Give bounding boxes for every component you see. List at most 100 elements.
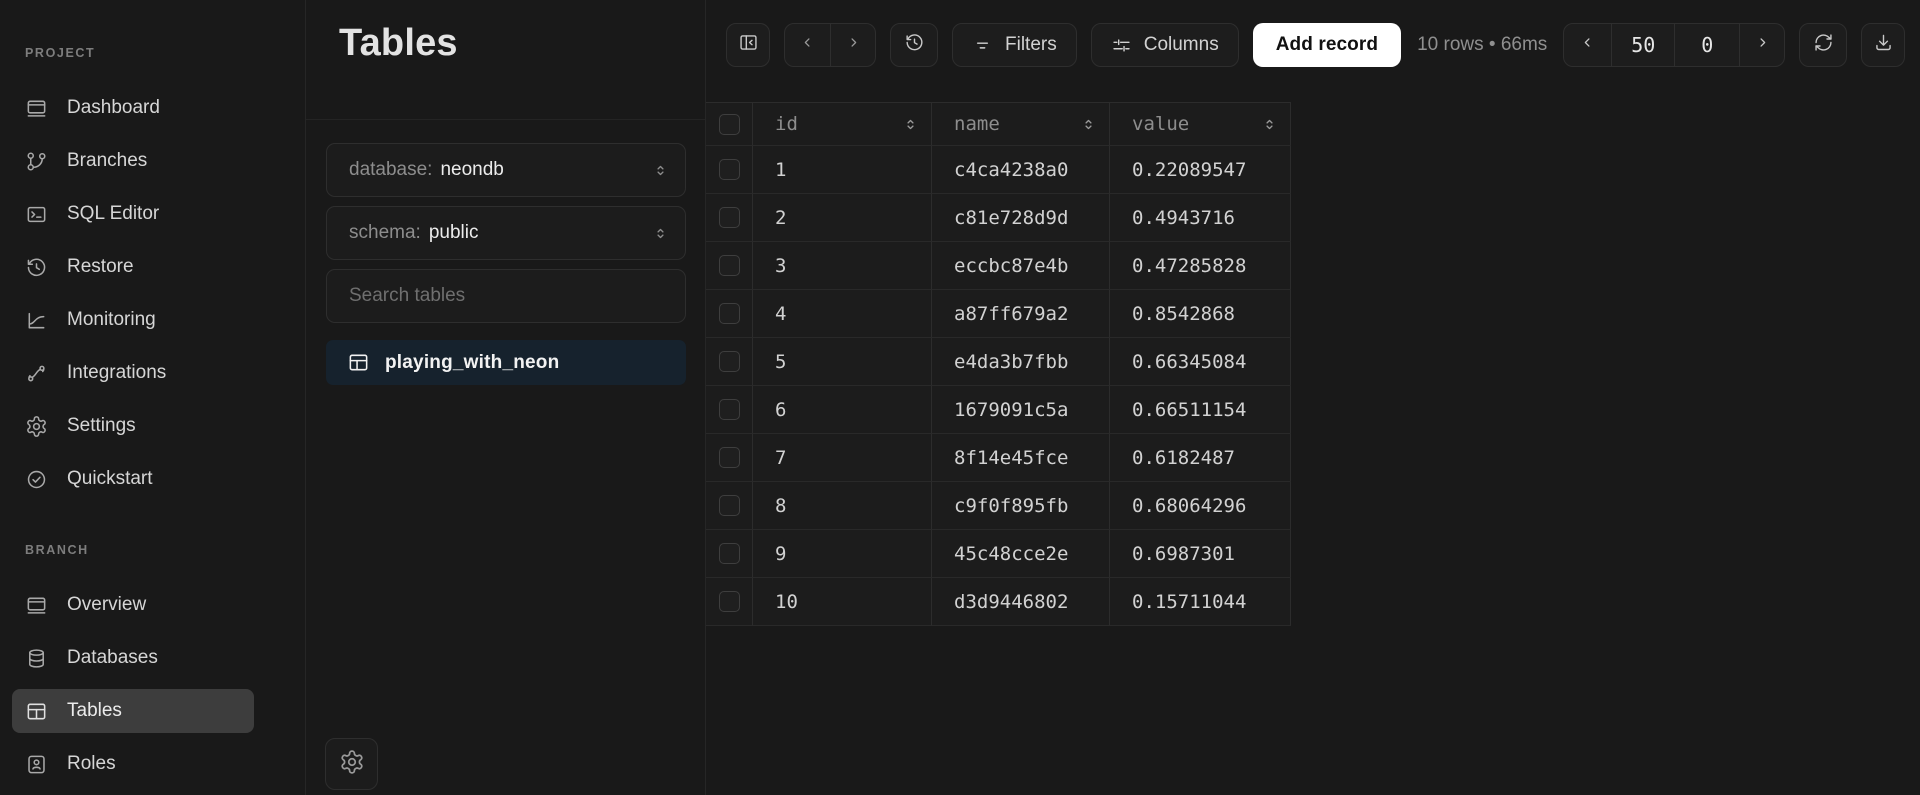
columns-button[interactable]: Columns bbox=[1091, 23, 1239, 67]
cell-name[interactable]: 1679091c5a bbox=[932, 386, 1110, 434]
cell-id[interactable]: 1 bbox=[753, 146, 932, 194]
sidebar-item-overview[interactable]: Overview bbox=[12, 583, 254, 627]
row-checkbox[interactable] bbox=[719, 351, 740, 372]
row-checkbox-cell bbox=[706, 434, 753, 482]
column-header-name: name bbox=[932, 103, 1110, 146]
row-checkbox[interactable] bbox=[719, 399, 740, 420]
cell-id[interactable]: 3 bbox=[753, 242, 932, 290]
cell-value[interactable]: 0.68064296 bbox=[1110, 482, 1291, 530]
sidebar-item-quickstart[interactable]: Quickstart bbox=[12, 457, 254, 501]
add-record-button[interactable]: Add record bbox=[1253, 23, 1401, 67]
schema-select[interactable]: schema: public bbox=[326, 206, 686, 260]
prev-page-button[interactable] bbox=[1564, 24, 1611, 66]
row-checkbox[interactable] bbox=[719, 159, 740, 180]
tables-panel: Tables database: neondb schema: public p… bbox=[306, 0, 706, 795]
row-checkbox[interactable] bbox=[719, 207, 740, 228]
settings-icon bbox=[25, 415, 48, 438]
cell-id[interactable]: 5 bbox=[753, 338, 932, 386]
cell-value[interactable]: 0.6987301 bbox=[1110, 530, 1291, 578]
back-button[interactable] bbox=[785, 24, 830, 66]
cell-name[interactable]: e4da3b7fbb bbox=[932, 338, 1110, 386]
cell-value[interactable]: 0.66345084 bbox=[1110, 338, 1291, 386]
schema-select-value: public bbox=[429, 222, 479, 244]
cell-name[interactable]: 8f14e45fce bbox=[932, 434, 1110, 482]
row-checkbox[interactable] bbox=[719, 447, 740, 468]
filter-icon bbox=[972, 35, 993, 56]
cell-id[interactable]: 9 bbox=[753, 530, 932, 578]
cell-value[interactable]: 0.66511154 bbox=[1110, 386, 1291, 434]
cell-value[interactable]: 0.8542868 bbox=[1110, 290, 1291, 338]
forward-button[interactable] bbox=[830, 24, 875, 66]
table-row: 4a87ff679a20.8542868 bbox=[706, 290, 1291, 338]
sidebar-item-sql-editor[interactable]: SQL Editor bbox=[12, 192, 254, 236]
gear-icon bbox=[339, 749, 365, 780]
table-settings-button[interactable] bbox=[325, 738, 378, 790]
database-select-value: neondb bbox=[440, 159, 503, 181]
sidebar-item-integrations[interactable]: Integrations bbox=[12, 351, 254, 395]
table-list-item-playing-with-neon[interactable]: playing_with_neon bbox=[326, 340, 686, 385]
cell-id[interactable]: 2 bbox=[753, 194, 932, 242]
cell-name[interactable]: c81e728d9d bbox=[932, 194, 1110, 242]
sidebar-item-branches[interactable]: Branches bbox=[12, 139, 254, 183]
sidebar-item-tables[interactable]: Tables bbox=[12, 689, 254, 733]
sidebar-item-monitoring[interactable]: Monitoring bbox=[12, 298, 254, 342]
cell-name[interactable]: eccbc87e4b bbox=[932, 242, 1110, 290]
cell-value[interactable]: 0.6182487 bbox=[1110, 434, 1291, 482]
quickstart-icon bbox=[25, 468, 48, 491]
table-data-main: Filters Columns Add record 10 rows • 66m… bbox=[706, 0, 1920, 795]
sidebar-item-label: Overview bbox=[67, 594, 146, 616]
select-all-checkbox[interactable] bbox=[719, 114, 740, 135]
row-checkbox-cell bbox=[706, 482, 753, 530]
cell-name[interactable]: c9f0f895fb bbox=[932, 482, 1110, 530]
sidebar-item-roles[interactable]: Roles bbox=[12, 742, 254, 786]
row-checkbox-cell bbox=[706, 578, 753, 626]
row-checkbox-cell bbox=[706, 242, 753, 290]
sidebar-item-label: Dashboard bbox=[67, 97, 160, 119]
cell-value[interactable]: 0.47285828 bbox=[1110, 242, 1291, 290]
row-checkbox[interactable] bbox=[719, 495, 740, 516]
next-page-button[interactable] bbox=[1739, 24, 1784, 66]
sort-icon[interactable] bbox=[902, 116, 919, 133]
database-select[interactable]: database: neondb bbox=[326, 143, 686, 197]
page-offset-value[interactable]: 0 bbox=[1674, 24, 1739, 66]
column-header-label: value bbox=[1132, 113, 1189, 135]
filters-button[interactable]: Filters bbox=[952, 23, 1077, 67]
cell-id[interactable]: 8 bbox=[753, 482, 932, 530]
roles-icon bbox=[25, 753, 48, 776]
sidebar-item-settings[interactable]: Settings bbox=[12, 404, 254, 448]
cell-id[interactable]: 7 bbox=[753, 434, 932, 482]
cell-name[interactable]: d3d9446802 bbox=[932, 578, 1110, 626]
cell-name[interactable]: 45c48cce2e bbox=[932, 530, 1110, 578]
cell-id[interactable]: 6 bbox=[753, 386, 932, 434]
query-history-button[interactable] bbox=[890, 23, 938, 67]
refresh-button[interactable] bbox=[1799, 23, 1847, 67]
row-checkbox-cell bbox=[706, 386, 753, 434]
cell-value[interactable]: 0.4943716 bbox=[1110, 194, 1291, 242]
cell-name[interactable]: a87ff679a2 bbox=[932, 290, 1110, 338]
row-checkbox-cell bbox=[706, 146, 753, 194]
history-nav-group bbox=[784, 23, 876, 67]
sidebar-item-databases[interactable]: Databases bbox=[12, 636, 254, 680]
search-tables-box bbox=[326, 269, 686, 323]
row-checkbox[interactable] bbox=[719, 255, 740, 276]
sort-icon[interactable] bbox=[1080, 116, 1097, 133]
export-download-button[interactable] bbox=[1861, 23, 1905, 67]
row-checkbox-cell bbox=[706, 338, 753, 386]
collapse-sidebar-button[interactable] bbox=[726, 23, 770, 67]
row-checkbox[interactable] bbox=[719, 543, 740, 564]
sidebar-item-label: Monitoring bbox=[67, 309, 156, 331]
table-list: playing_with_neon bbox=[326, 340, 685, 385]
cell-id[interactable]: 10 bbox=[753, 578, 932, 626]
row-checkbox[interactable] bbox=[719, 303, 740, 324]
chevron-right-icon bbox=[844, 33, 863, 57]
cell-name[interactable]: c4ca4238a0 bbox=[932, 146, 1110, 194]
sort-icon[interactable] bbox=[1261, 116, 1278, 133]
sidebar-item-restore[interactable]: Restore bbox=[12, 245, 254, 289]
sidebar-item-dashboard[interactable]: Dashboard bbox=[12, 86, 254, 130]
page-size-value[interactable]: 50 bbox=[1611, 24, 1674, 66]
cell-value[interactable]: 0.15711044 bbox=[1110, 578, 1291, 626]
row-checkbox[interactable] bbox=[719, 591, 740, 612]
search-tables-input[interactable] bbox=[327, 270, 685, 322]
cell-id[interactable]: 4 bbox=[753, 290, 932, 338]
cell-value[interactable]: 0.22089547 bbox=[1110, 146, 1291, 194]
